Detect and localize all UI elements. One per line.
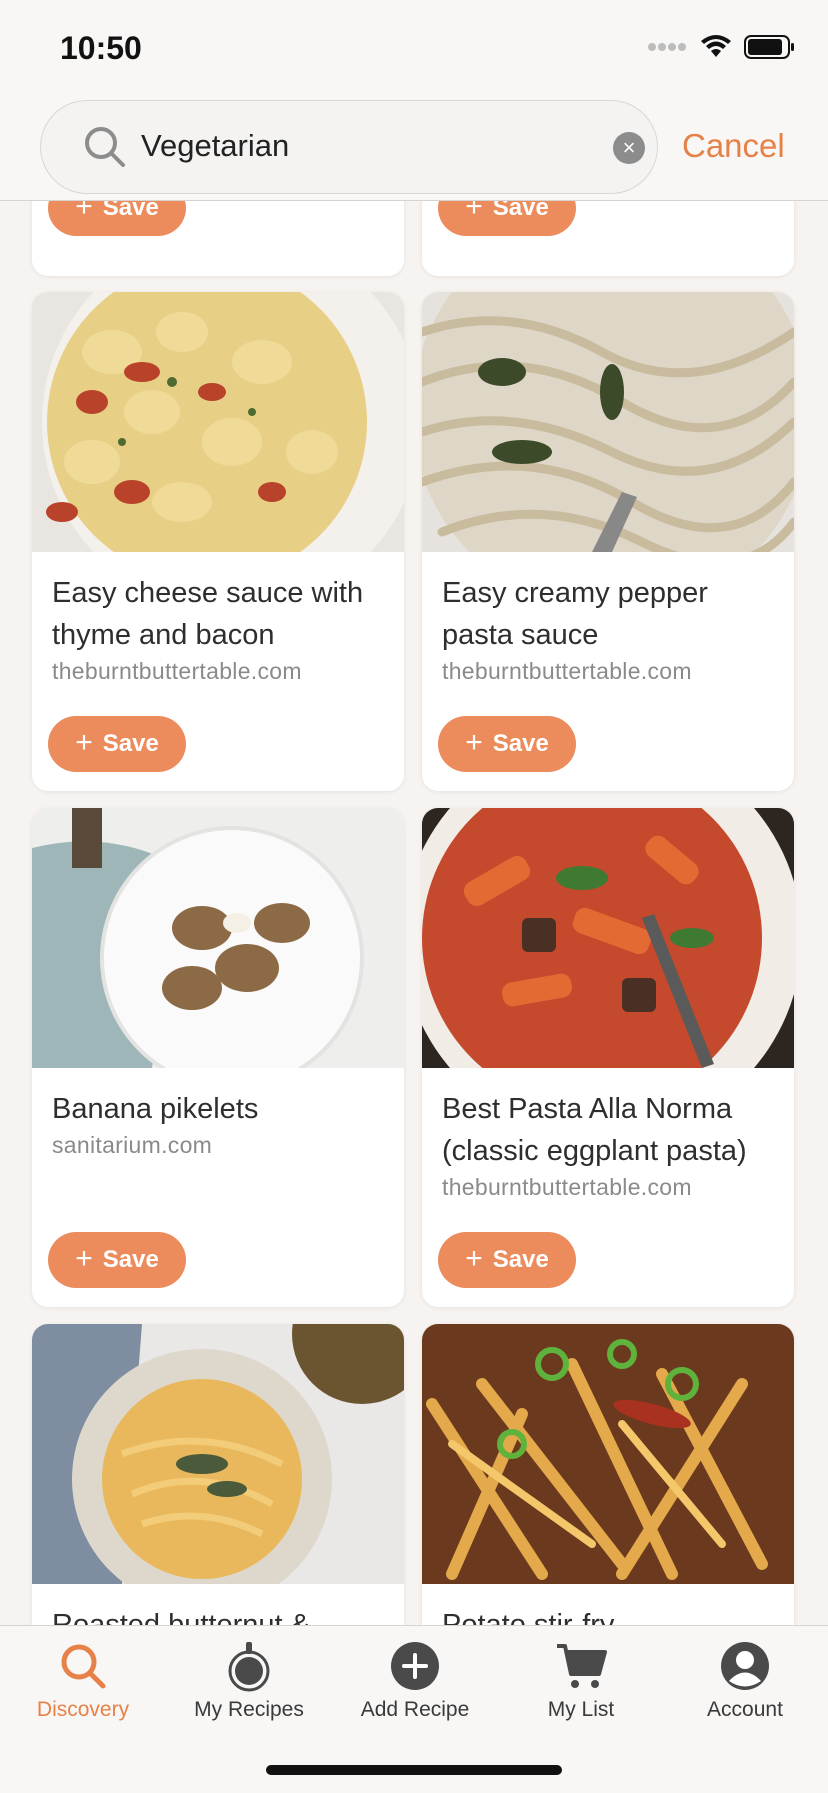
recipe-title: Potato stir-fry — [442, 1609, 615, 1625]
recipe-photo — [422, 1324, 794, 1584]
battery-icon — [744, 35, 794, 59]
plus-icon: + — [465, 726, 483, 759]
home-indicator — [266, 1765, 562, 1775]
cancel-button[interactable]: Cancel — [682, 127, 785, 165]
pot-icon — [228, 1642, 270, 1692]
tab-discovery[interactable]: Discovery — [0, 1626, 166, 1746]
person-icon — [721, 1642, 769, 1690]
plus-icon: + — [75, 1242, 93, 1275]
recipe-photo — [422, 292, 794, 552]
tab-my-list[interactable]: My List — [498, 1626, 664, 1746]
save-label: Save — [492, 200, 549, 221]
top-bar: 10:50 Vegetarian × Cancel — [0, 0, 828, 201]
plus-icon: + — [75, 200, 93, 223]
recipe-card[interactable]: + Save — [422, 200, 794, 276]
save-label: Save — [492, 1246, 549, 1273]
recipe-feed[interactable]: + Save + Save Easy cheese sauce with thy… — [0, 200, 828, 1625]
search-icon — [85, 127, 125, 167]
tab-account[interactable]: Account — [662, 1626, 828, 1746]
recipe-title: Easy creamy pepper pasta sauce — [442, 577, 708, 651]
save-button[interactable]: + Save — [48, 716, 186, 772]
status-time: 10:50 — [60, 30, 142, 66]
save-label: Save — [102, 730, 159, 757]
clear-search-button[interactable]: × — [613, 132, 645, 164]
tab-label: My List — [547, 1698, 615, 1721]
recipe-card[interactable]: Roasted butternut & — [32, 1324, 404, 1625]
tab-label: Discovery — [36, 1698, 130, 1721]
recipe-photo — [32, 292, 404, 552]
plus-icon: + — [75, 726, 93, 759]
tab-label: My Recipes — [194, 1698, 304, 1721]
recipe-title: Easy cheese sauce with thyme and bacon — [52, 577, 364, 651]
save-label: Save — [492, 730, 549, 757]
tab-label: Add Recipe — [360, 1698, 470, 1721]
recipe-source: theburntbuttertable.com — [442, 1174, 692, 1200]
tab-add-recipe[interactable]: Add Recipe — [332, 1626, 498, 1746]
tab-label: Account — [707, 1698, 783, 1721]
plus-circle-icon — [391, 1642, 439, 1690]
save-button[interactable]: + Save — [438, 716, 576, 772]
recipe-card[interactable]: Best Pasta Alla Norma (classic eggplant … — [422, 808, 794, 1307]
save-label: Save — [102, 200, 159, 221]
recipe-card[interactable]: Banana pikelets sanitarium.com + Save — [32, 808, 404, 1307]
save-label: Save — [102, 1246, 159, 1273]
recipe-card[interactable]: Potato stir-fry — [422, 1324, 794, 1625]
search-bar[interactable]: Vegetarian × — [40, 100, 658, 194]
search-icon — [61, 1644, 106, 1689]
recipe-title: Roasted butternut & — [52, 1609, 310, 1625]
save-button[interactable]: + Save — [48, 200, 186, 236]
recipe-photo — [32, 1324, 404, 1584]
recipe-source: theburntbuttertable.com — [52, 658, 302, 684]
search-input[interactable]: Vegetarian — [141, 123, 561, 169]
recipe-title: Best Pasta Alla Norma (classic eggplant … — [442, 1093, 747, 1167]
wifi-icon — [701, 35, 731, 57]
signal-icon — [648, 43, 686, 51]
status-icons — [648, 34, 796, 60]
close-icon: × — [622, 135, 636, 160]
recipe-card[interactable]: Easy cheese sauce with thyme and bacon t… — [32, 292, 404, 791]
recipe-card[interactable]: + Save — [32, 200, 404, 276]
save-button[interactable]: + Save — [438, 200, 576, 236]
save-button[interactable]: + Save — [438, 1232, 576, 1288]
recipe-card[interactable]: Easy creamy pepper pasta sauce theburntb… — [422, 292, 794, 791]
plus-icon: + — [465, 200, 483, 223]
recipe-photo — [32, 808, 404, 1068]
recipe-source: sanitarium.com — [52, 1132, 213, 1158]
recipe-source: theburntbuttertable.com — [442, 658, 692, 684]
tab-my-recipes[interactable]: My Recipes — [166, 1626, 332, 1746]
plus-icon: + — [465, 1242, 483, 1275]
recipe-photo — [422, 808, 794, 1068]
cart-icon — [557, 1644, 607, 1688]
save-button[interactable]: + Save — [48, 1232, 186, 1288]
recipe-title: Banana pikelets — [52, 1093, 259, 1125]
